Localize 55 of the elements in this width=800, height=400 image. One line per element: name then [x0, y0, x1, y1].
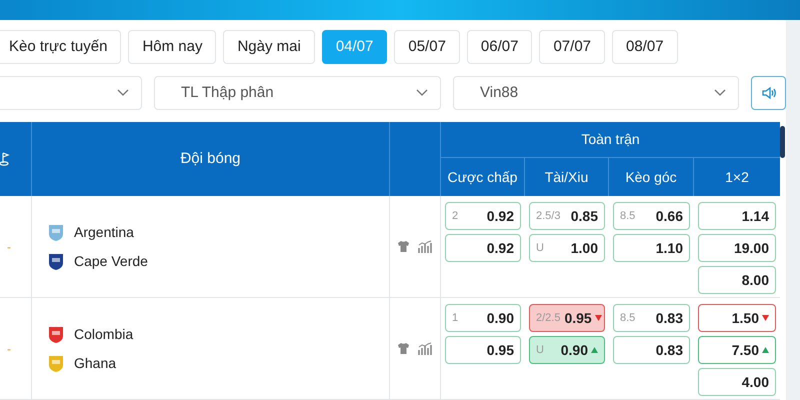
- shirt-icon[interactable]: [397, 240, 410, 253]
- odds-cell[interactable]: 2.5/3 0.85: [529, 202, 605, 230]
- date-tab[interactable]: Kèo trực tuyến: [0, 30, 122, 64]
- bar-chart-icon[interactable]: [418, 342, 433, 355]
- team-name: Cape Verde: [74, 252, 148, 271]
- odds-cell[interactable]: 8.00: [698, 266, 776, 294]
- match-status: -: [7, 340, 11, 358]
- sound-button[interactable]: [751, 76, 786, 110]
- odds-cell[interactable]: U 0.90: [529, 336, 605, 364]
- odds-cell[interactable]: 2 0.92: [445, 202, 521, 230]
- odds-cell[interactable]: 0.92: [445, 234, 521, 262]
- odds-cell[interactable]: U 1.00: [529, 234, 605, 262]
- team-name: Colombia: [74, 324, 134, 344]
- match-status: -: [7, 238, 11, 256]
- column-header: Đội bóng: [180, 148, 241, 169]
- team-name: Argentina: [74, 222, 134, 242]
- odds-cell[interactable]: 4.00: [698, 368, 776, 396]
- column-header: Toàn trận: [581, 130, 640, 149]
- odds-cell[interactable]: 8.5 0.66: [613, 202, 690, 230]
- speaker-icon: [760, 86, 776, 100]
- down-arrow-icon: [762, 315, 769, 321]
- odds-cell[interactable]: 1 0.90: [445, 304, 521, 332]
- date-tab[interactable]: 08/07: [612, 30, 678, 64]
- column-header: Tài/Xiu: [544, 168, 588, 186]
- odds-cell[interactable]: 2/2.5 0.95: [529, 304, 605, 332]
- date-tab[interactable]: 06/07: [466, 30, 532, 64]
- chevron-down-icon: [416, 89, 428, 97]
- date-tab[interactable]: 07/07: [539, 30, 606, 64]
- column-header: Cược chấp: [448, 168, 518, 187]
- up-arrow-icon: [762, 347, 769, 353]
- odds-cell[interactable]: 1.50: [698, 304, 776, 332]
- date-tab[interactable]: 05/07: [394, 30, 460, 64]
- up-arrow-icon: [591, 347, 598, 353]
- team-name: Ghana: [74, 354, 116, 372]
- odds-cell[interactable]: 1.10: [613, 234, 690, 262]
- shirt-icon[interactable]: [397, 342, 410, 355]
- odds-cell[interactable]: 19.00: [698, 234, 776, 262]
- bar-chart-icon[interactable]: [418, 240, 433, 253]
- pitch-flag-icon: [0, 152, 12, 166]
- dropdown-field[interactable]: [0, 76, 142, 110]
- date-tab[interactable]: Hôm nay: [128, 30, 216, 64]
- odds-cell[interactable]: 1.14: [698, 202, 776, 230]
- odds-cell[interactable]: 8.5 0.83: [613, 304, 690, 332]
- odds-cell[interactable]: 7.50: [698, 336, 776, 364]
- down-arrow-icon: [594, 315, 602, 321]
- column-header: 1×2: [725, 168, 749, 186]
- column-header: Kèo góc: [625, 168, 677, 187]
- odds-cell[interactable]: 0.83: [613, 336, 690, 364]
- chevron-down-icon: [117, 89, 129, 97]
- dropdown-field[interactable]: Vin88: [453, 76, 739, 110]
- dropdown-field[interactable]: TL Thập phân: [154, 76, 441, 110]
- odds-cell[interactable]: 0.95: [445, 336, 521, 364]
- scrollbar[interactable]: [780, 126, 785, 158]
- date-tab[interactable]: Ngày mai: [223, 30, 315, 64]
- chevron-down-icon: [714, 89, 726, 97]
